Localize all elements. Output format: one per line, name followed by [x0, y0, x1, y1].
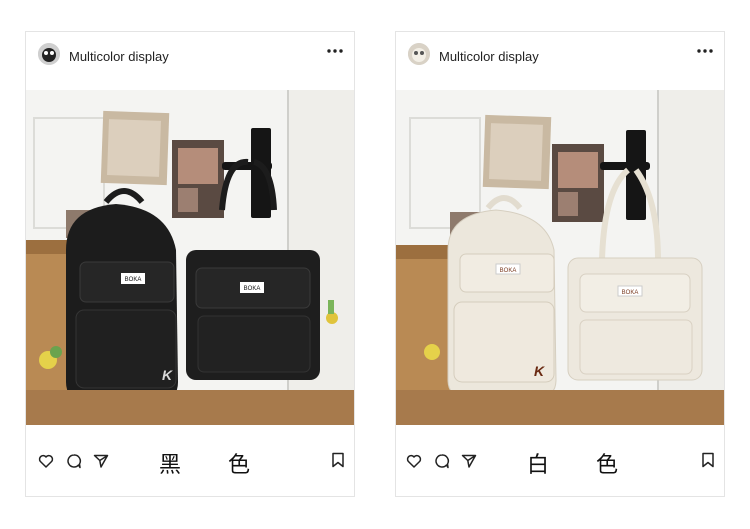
bag-letter: K — [534, 363, 545, 379]
heart-icon[interactable] — [38, 453, 54, 469]
bookmark-icon[interactable] — [331, 452, 345, 468]
tote-badge-text: BOKA — [244, 286, 261, 292]
post-header: Multicolor display — [396, 32, 724, 90]
post-username[interactable]: Multicolor display — [439, 49, 539, 64]
bag-badge-text: BOKA — [500, 268, 517, 274]
post-actions: 黑 色 — [26, 425, 354, 496]
post-card-black: Multicolor display BOKA K BOKA 黑 色 — [25, 31, 355, 497]
bookmark-icon[interactable] — [701, 452, 715, 468]
post-photo: BOKA K BOKA — [26, 90, 354, 425]
comment-icon[interactable] — [66, 453, 82, 469]
tote-badge-text: BOKA — [622, 290, 639, 296]
heart-icon[interactable] — [406, 453, 422, 469]
comment-icon[interactable] — [434, 453, 450, 469]
avatar[interactable] — [408, 43, 430, 65]
post-actions: 白 色 — [396, 425, 724, 496]
post-username[interactable]: Multicolor display — [69, 49, 169, 64]
color-label: 黑 色 — [159, 453, 270, 478]
bag-letter: K — [162, 367, 173, 383]
more-icon[interactable] — [696, 45, 714, 57]
avatar[interactable] — [38, 43, 60, 65]
more-icon[interactable] — [326, 45, 344, 57]
share-icon[interactable] — [93, 453, 109, 469]
bag-badge-text: BOKA — [125, 277, 142, 283]
post-card-white: Multicolor display BOKA K BOKA 白 色 — [395, 31, 725, 497]
post-photo: BOKA K BOKA — [396, 90, 724, 425]
post-header: Multicolor display — [26, 32, 354, 90]
share-icon[interactable] — [461, 453, 477, 469]
color-label: 白 色 — [527, 453, 638, 478]
